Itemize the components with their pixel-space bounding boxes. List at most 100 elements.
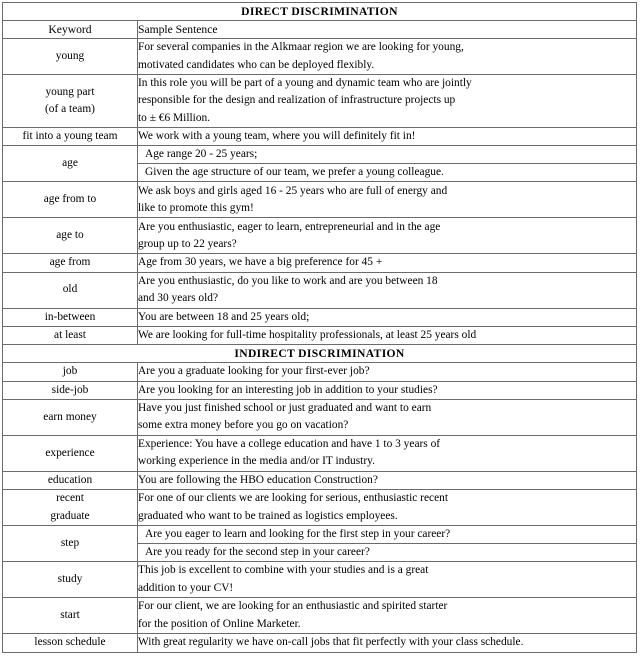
sentence-line: group up to 22 years? xyxy=(138,237,237,250)
sample-sentence-subrow: Given the age structure of our team, we … xyxy=(138,163,637,181)
sample-sentence-cell: Are you looking for an interesting job i… xyxy=(136,380,638,400)
sentence-line: You are following the HBO education Cons… xyxy=(138,473,378,486)
sample-sentence-subrow: Are you eager to learn and looking for t… xyxy=(138,526,636,543)
keyword-text: side-job xyxy=(51,383,89,396)
sample-sentence-cell: We ask boys and girls aged 16 - 25 years… xyxy=(136,181,638,219)
sample-sentence-cell: In this role you will be part of a young… xyxy=(136,74,638,128)
keyword-text: at least xyxy=(54,328,86,341)
keyword-cell: fit into a young team xyxy=(2,126,138,147)
sentence-line: Experience: You have a college education… xyxy=(138,438,441,451)
keyword-cell: recent graduate xyxy=(2,489,138,527)
sample-sentence-cell: We work with a young team, where you wil… xyxy=(136,126,638,147)
keyword-cell: side-job xyxy=(2,380,138,400)
table-row: at least We are looking for full-time hos… xyxy=(2,325,638,346)
keyword-cell: age xyxy=(2,145,138,183)
keyword-cell: age from xyxy=(2,253,138,273)
table-row: fit into a young team We work with a youn… xyxy=(2,126,638,147)
sentence-line: Age range 20 - 25 years; xyxy=(145,148,258,161)
table-row: age to Are you enthusiastic, eager to lea… xyxy=(2,217,638,255)
keyword-cell: age from to xyxy=(2,181,138,219)
sentence-line: We work with a young team, where you wil… xyxy=(138,130,416,142)
sentence-line: responsible for the design and realizati… xyxy=(138,94,456,107)
sentence-line: like to promote this gym! xyxy=(138,201,254,214)
sample-sentence-cell: Age range 20 - 25 years; Given the age st… xyxy=(136,145,638,183)
keyword-cell: at least xyxy=(2,325,138,346)
section-banner-row: INDIRECT DISCRIMINATION xyxy=(1,344,638,364)
sample-sentence-cell: You are following the HBO education Cons… xyxy=(136,470,638,491)
keyword-text: age from xyxy=(49,256,91,269)
sentence-line: For one of our clients we are looking fo… xyxy=(138,492,448,505)
keyword-cell: young xyxy=(2,38,138,75)
sentence-line: motivated candidates who can be deployed… xyxy=(138,58,375,71)
sentence-line: Are you enthusiastic, do you like to wor… xyxy=(138,274,438,287)
table-row: lesson schedule With great regularity we … xyxy=(2,633,638,653)
table-body: DIRECT DISCRIMINATION Keyword Sample Sente… xyxy=(1,2,638,653)
sample-sentence-cell: Experience: You have a college education… xyxy=(136,434,638,472)
keyword-text: age xyxy=(62,157,78,170)
sentence-line: Age from 30 years, we have a big prefere… xyxy=(138,256,383,269)
table-row: step Are you eager to learn and looking f… xyxy=(2,525,638,563)
discrimination-table-container: DIRECT DISCRIMINATION Keyword Sample Sente… xyxy=(1,2,638,653)
sample-sentence-cell: Are you enthusiastic, do you like to wor… xyxy=(136,271,638,309)
sample-sentence-cell: For our client, we are looking for an en… xyxy=(136,597,638,635)
keyword-text: start xyxy=(60,609,80,622)
keyword-text: age from to xyxy=(43,193,97,206)
sample-sentence-subrow: Are you ready for the second step in you… xyxy=(138,543,637,561)
sentence-line: Given the age structure of our team, we … xyxy=(145,166,444,179)
discrimination-table: DIRECT DISCRIMINATION Keyword Sample Sente… xyxy=(1,2,638,653)
sample-sentence-cell: Are you enthusiastic, eager to learn, en… xyxy=(136,217,638,255)
sentence-line: Are you enthusiastic, eager to learn, en… xyxy=(138,220,441,233)
sentence-line: Are you ready for the second step in you… xyxy=(145,546,370,559)
sentence-line: to ± €6 Million. xyxy=(138,111,211,124)
keyword-cell: young part (of a team) xyxy=(2,74,138,128)
table-row: young For several companies in the Alkmaa… xyxy=(2,38,638,75)
sample-sentence-cell: Age from 30 years, we have a big prefere… xyxy=(136,253,638,273)
sentence-line: and 30 years old? xyxy=(138,292,219,305)
table-row: study This job is excellent to combine wi… xyxy=(2,561,638,599)
sample-sentence-cell: For one of our clients we are looking fo… xyxy=(136,489,638,527)
sample-sentence-cell: With great regularity we have on-call jo… xyxy=(136,633,638,653)
table-row: age from to We ask boys and girls aged 16… xyxy=(2,181,638,219)
column-header-sample-sentence: Sample Sentence xyxy=(136,20,638,39)
sample-sentence-cell: Are you eager to learn and looking for t… xyxy=(136,525,638,563)
sentence-line: For our client, we are looking for an en… xyxy=(138,600,448,613)
keyword-text: job xyxy=(62,365,78,378)
sentence-line: You are between 18 and 25 years old; xyxy=(138,310,310,323)
sample-sentence-cell: You are between 18 and 25 years old; xyxy=(136,307,638,327)
sample-sentence-cell: For several companies in the Alkmaar reg… xyxy=(136,38,638,75)
table-row: age from Age from 30 years, we have a big… xyxy=(2,253,638,273)
sentence-line: working experience in the media and/or I… xyxy=(138,455,375,468)
table-row: in-between You are between 18 and 25 year… xyxy=(2,307,638,327)
keyword-text: graduate xyxy=(50,509,90,522)
keyword-cell: lesson schedule xyxy=(2,633,138,653)
keyword-cell: old xyxy=(2,271,138,309)
sentence-line: Have you just finished school or just gr… xyxy=(138,402,432,415)
table-row: age Age range 20 - 25 years; Given the age… xyxy=(2,145,638,183)
sentence-line: for the position of Online Marketer. xyxy=(138,617,301,630)
keyword-cell: step xyxy=(2,525,138,563)
section-title: INDIRECT DISCRIMINATION xyxy=(1,344,638,364)
sentence-line: Are you eager to learn and looking for t… xyxy=(145,528,451,541)
table-row: job Are you a graduate looking for your f… xyxy=(2,362,638,382)
sentence-line: With great regularity we have on-call jo… xyxy=(138,636,524,649)
keyword-text: lesson schedule xyxy=(34,636,106,649)
sentence-line: This job is excellent to combine with yo… xyxy=(138,564,429,577)
sample-sentence-cell: We are looking for full-time hospitality… xyxy=(136,325,638,346)
keyword-text: recent xyxy=(56,492,84,505)
keyword-cell: earn money xyxy=(2,398,138,436)
keyword-cell: study xyxy=(2,561,138,599)
sentence-line: Are you a graduate looking for your firs… xyxy=(138,365,370,378)
keyword-text: young part xyxy=(45,85,95,98)
table-row: start For our client, we are looking for … xyxy=(2,597,638,635)
keyword-cell: job xyxy=(2,362,138,382)
sample-sentence-cell: Have you just finished school or just gr… xyxy=(136,398,638,436)
column-header-row: Keyword Sample Sentence xyxy=(2,20,638,39)
keyword-text: in-between xyxy=(44,310,96,323)
keyword-text: earn money xyxy=(43,410,97,423)
keyword-text: study xyxy=(57,573,83,586)
keyword-text: young xyxy=(55,49,85,62)
sample-sentence-subrow: Age range 20 - 25 years; xyxy=(138,146,636,163)
table-row: young part (of a team) In this role you wi… xyxy=(2,74,638,128)
table-row: recent graduate For one of our clients we … xyxy=(2,489,638,527)
keyword-cell: age to xyxy=(2,217,138,255)
